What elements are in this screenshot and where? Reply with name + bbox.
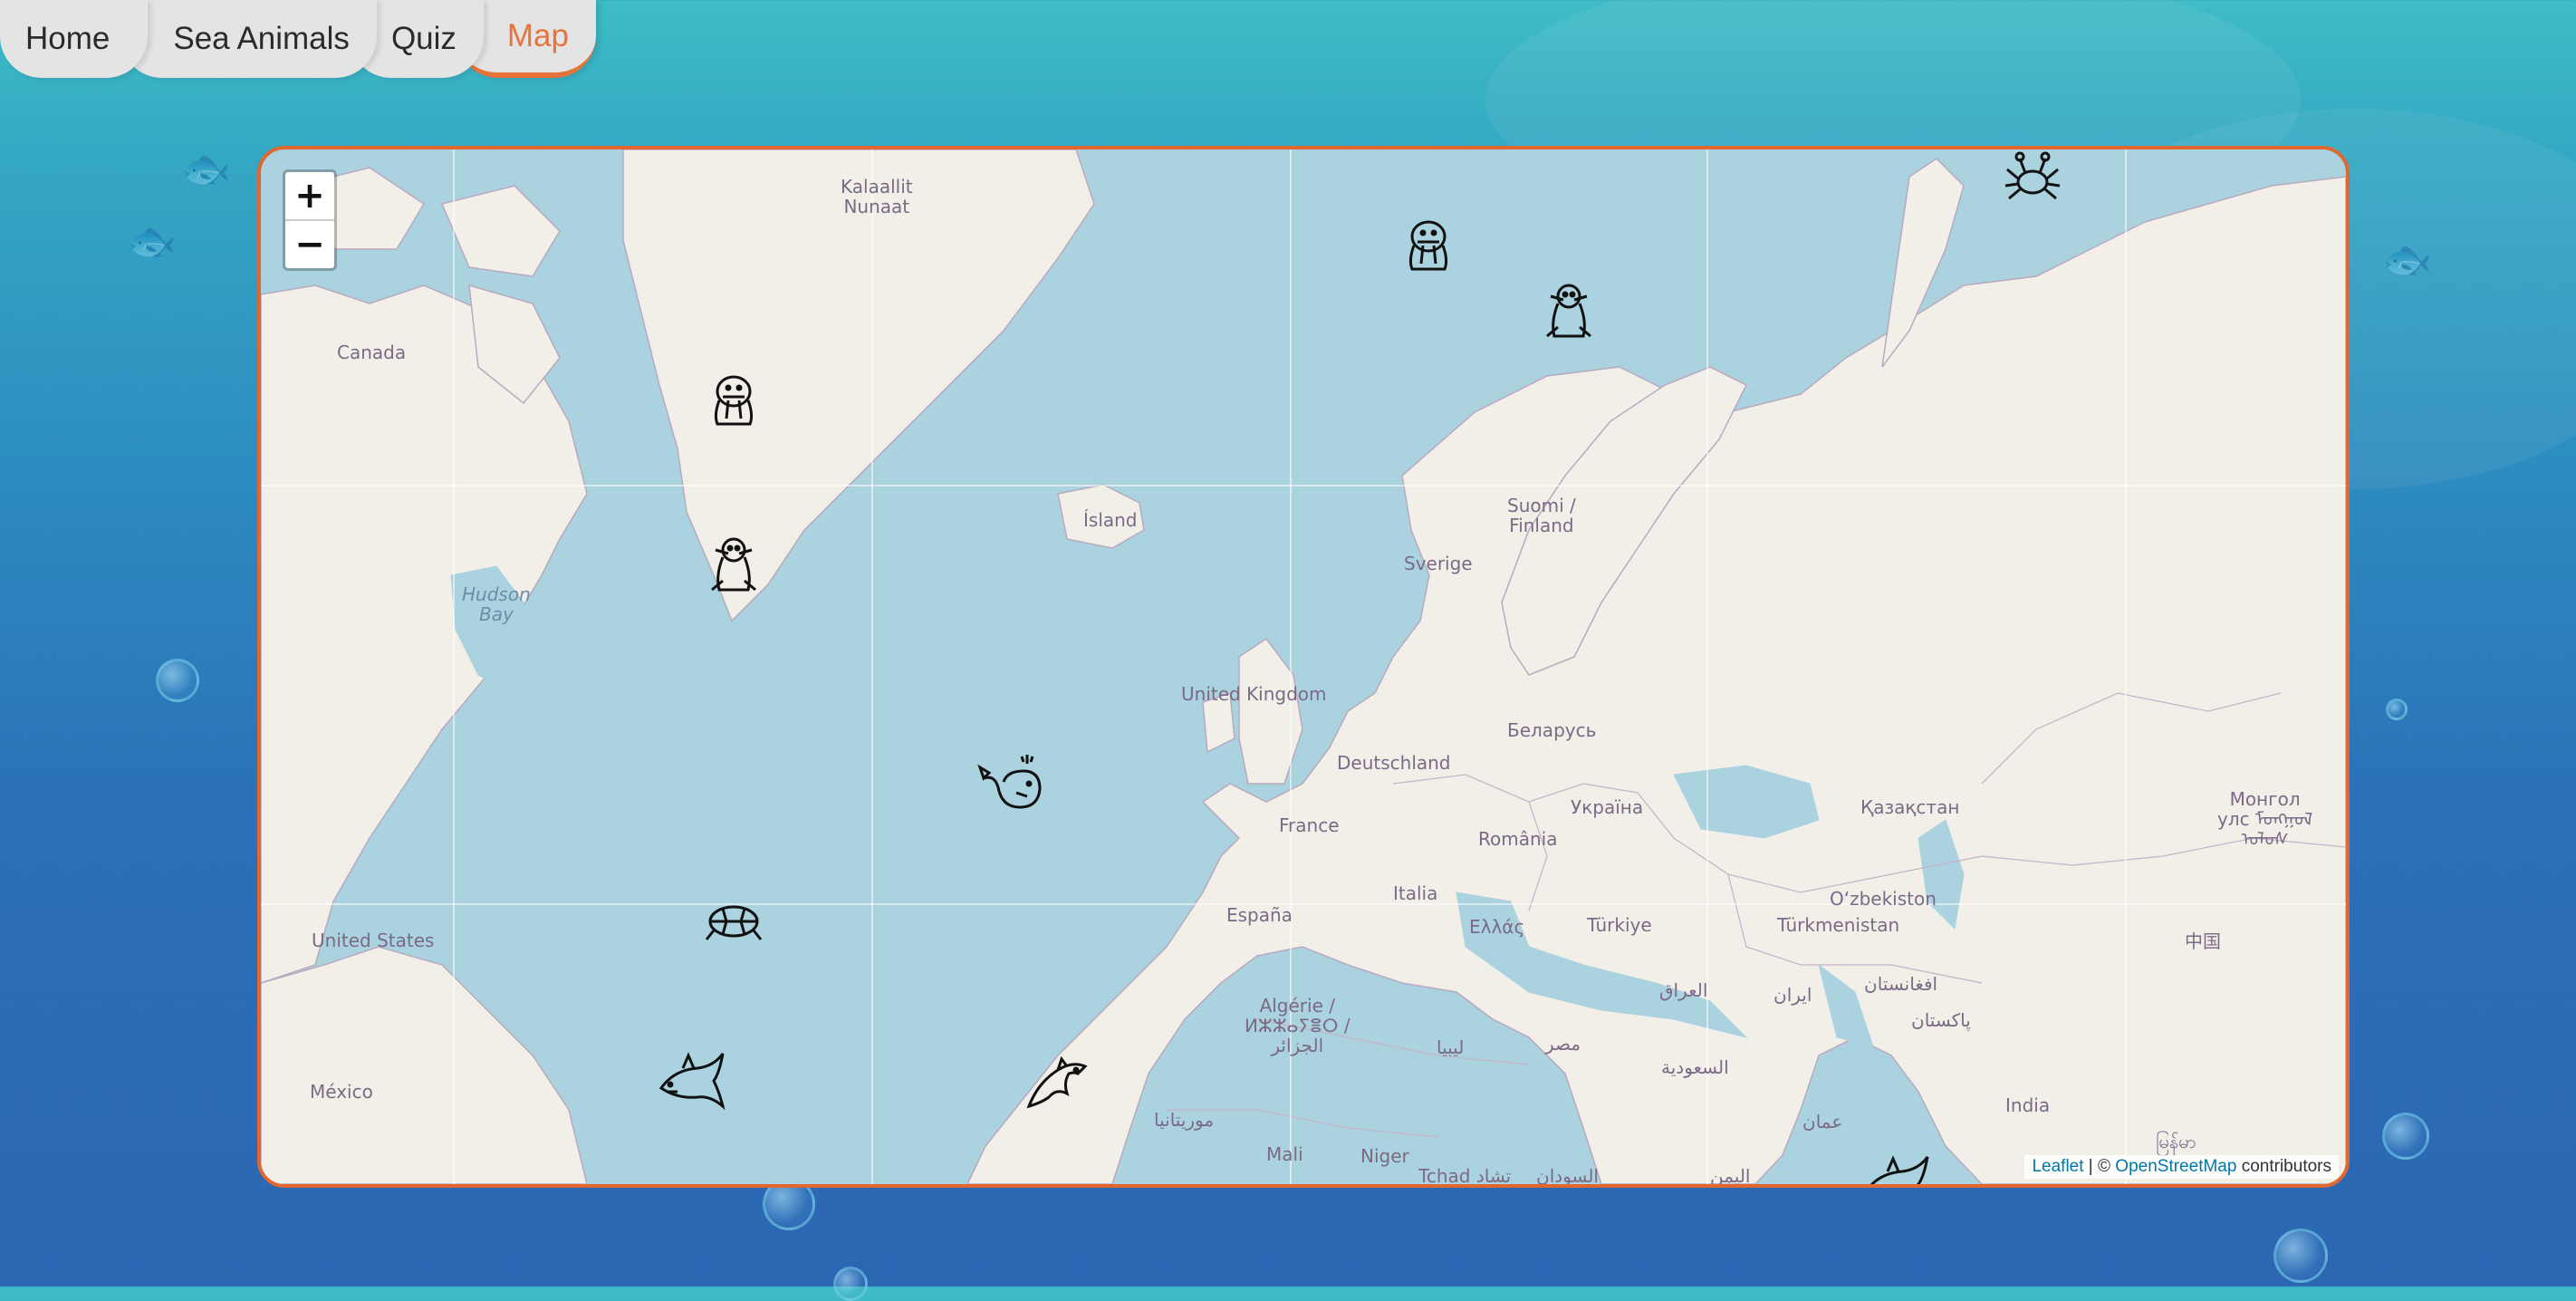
label-iraq: العراق	[1659, 979, 1708, 1001]
seal-marker-icon[interactable]	[701, 530, 766, 595]
label-canada: Canada	[337, 342, 407, 363]
label-niger: Niger	[1360, 1145, 1409, 1167]
label-kalaallit: Kalaallit Nunaat	[841, 176, 913, 217]
label-romania: România	[1478, 828, 1558, 850]
leaflet-link[interactable]: Leaflet	[2032, 1157, 2083, 1176]
label-deutschland: Deutschland	[1337, 752, 1451, 774]
zoom-out-button[interactable]: −	[285, 219, 334, 268]
graticule-line	[453, 149, 455, 1184]
label-india: India	[2005, 1094, 2051, 1116]
label-ukraina: Україна	[1571, 796, 1644, 818]
openstreetmap-link[interactable]: OpenStreetMap	[2115, 1157, 2236, 1176]
dolphin-marker-icon[interactable]	[1022, 1046, 1091, 1115]
label-afghanistan: افغانستان	[1864, 973, 1938, 995]
bubble-decoration	[2386, 699, 2408, 720]
label-oman: عمان	[1802, 1111, 1843, 1132]
label-saudi: السعودية	[1661, 1056, 1729, 1078]
label-mali: Mali	[1266, 1143, 1303, 1165]
bubble-decoration	[833, 1267, 868, 1301]
shark-marker-icon[interactable]	[656, 1046, 728, 1119]
zoom-in-button[interactable]: +	[285, 172, 334, 219]
main-nav: Home Sea Animals Quiz Map	[0, 0, 596, 78]
fish-school-decoration: 🐟	[2382, 236, 2432, 283]
label-usa: United States	[312, 930, 435, 951]
shark-marker-icon[interactable]	[1860, 1150, 1933, 1184]
label-sverige: Sverige	[1404, 553, 1473, 574]
nav-home[interactable]: Home	[0, 0, 149, 78]
label-algerie: Algérie / ⵍⵣⵣⴰⵢⴻⵔ / الجزائر	[1245, 995, 1350, 1056]
fish-school-decoration: 🐟	[127, 218, 177, 265]
label-turkmenistan: Türkmenistan	[1777, 914, 1900, 936]
label-espana: España	[1226, 904, 1293, 926]
label-myanmar: မြန်မာ	[2156, 1131, 2196, 1152]
label-iran: ایران	[1773, 984, 1812, 1006]
label-tchad: Tchad تشاد	[1418, 1165, 1512, 1187]
label-italia: Italia	[1393, 882, 1438, 904]
graticule-line	[2125, 149, 2127, 1184]
label-uk: United Kingdom	[1181, 683, 1327, 705]
graticule-line	[871, 149, 873, 1184]
label-belarus: Беларусь	[1507, 719, 1597, 741]
label-hudson-bay: Hudson Bay	[462, 583, 531, 625]
fish-school-decoration: 🐟	[181, 146, 231, 192]
whale-marker-icon[interactable]	[976, 747, 1045, 816]
label-ellas: Ελλάς	[1469, 916, 1525, 938]
zoom-control: + −	[283, 169, 337, 271]
turtle-marker-icon[interactable]	[701, 894, 766, 949]
label-turkiye: Türkiye	[1587, 914, 1652, 936]
attribution-separator: | ©	[2088, 1157, 2111, 1176]
label-island: Ísland	[1083, 509, 1138, 531]
attribution-suffix: contributors	[2241, 1157, 2331, 1176]
bubble-decoration	[156, 659, 199, 702]
label-mauritania: موريتانيا	[1154, 1109, 1215, 1131]
map-attribution: Leaflet | © OpenStreetMap contributors	[2024, 1155, 2339, 1179]
label-sudan: السودان	[1536, 1165, 1599, 1187]
label-france: France	[1279, 814, 1340, 836]
label-yemen: اليمن	[1710, 1165, 1751, 1187]
map-container[interactable]: + − Kalaallit Nunaat Canada Hudson Bay Í…	[257, 146, 2350, 1188]
label-misr: مصر	[1545, 1033, 1581, 1055]
bubble-decoration	[2382, 1113, 2429, 1160]
bubble-decoration	[2273, 1229, 2328, 1283]
label-pakistan: پاکستان	[1911, 1009, 1971, 1031]
nav-sea-animals[interactable]: Sea Animals	[120, 0, 377, 78]
label-mexico: México	[310, 1081, 373, 1103]
label-china: 中国	[2185, 930, 2221, 952]
seal-marker-icon[interactable]	[1536, 276, 1601, 342]
walrus-marker-icon[interactable]	[1396, 209, 1461, 275]
crab-marker-icon[interactable]	[2000, 149, 2065, 207]
label-mongol: Монгол улс ᠮᠣᠩᠭᠣᠯ ᠤᠯᠤᠰ	[2217, 788, 2313, 850]
label-kazakhstan: Қазақстан	[1860, 796, 1960, 818]
graticule-line	[261, 903, 2346, 905]
graticule-line	[1706, 149, 1708, 1184]
label-suomi: Suomi / Finland	[1507, 495, 1576, 536]
walrus-marker-icon[interactable]	[701, 364, 766, 429]
graticule-line	[261, 485, 2346, 487]
label-uzbekiston: O‘zbekiston	[1830, 888, 1937, 910]
label-libya: ليبيا	[1437, 1036, 1465, 1058]
